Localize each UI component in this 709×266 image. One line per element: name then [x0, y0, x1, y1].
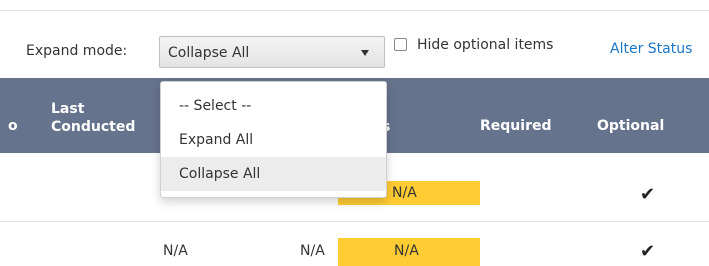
date-cell: N/A: [300, 243, 325, 259]
column-header-last-conducted[interactable]: Last Conducted: [51, 100, 135, 136]
expand-mode-value: Collapse All: [168, 45, 250, 61]
last-conducted-line2: Conducted: [51, 119, 136, 135]
expand-mode-label: Expand mode:: [26, 43, 128, 59]
dropdown-option-expand-all[interactable]: Expand All: [161, 123, 386, 157]
last-conducted-line1: Last: [51, 101, 85, 117]
checkmark-icon: ✔: [640, 241, 656, 262]
row-divider: [0, 221, 709, 222]
hide-optional-checkbox[interactable]: [394, 38, 407, 51]
column-header-required[interactable]: Required: [480, 117, 551, 135]
expand-mode-dropdown: -- Select -- Expand All Collapse All: [160, 81, 387, 198]
top-divider: [0, 10, 709, 11]
alter-status-link[interactable]: Alter Status: [610, 41, 692, 57]
status-cell: N/A: [394, 243, 419, 259]
dropdown-option-select[interactable]: -- Select --: [161, 89, 386, 123]
expand-mode-select[interactable]: Collapse All: [159, 36, 385, 68]
column-header-truncated: o: [8, 118, 18, 134]
checkmark-icon: ✔: [640, 184, 656, 205]
status-cell: N/A: [392, 185, 417, 201]
hide-optional-label[interactable]: Hide optional items: [417, 37, 553, 53]
caret-down-icon: [361, 50, 369, 56]
dropdown-option-collapse-all[interactable]: Collapse All: [161, 157, 386, 191]
last-conducted-cell: N/A: [163, 243, 188, 259]
column-header-optional[interactable]: Optional: [597, 117, 664, 135]
